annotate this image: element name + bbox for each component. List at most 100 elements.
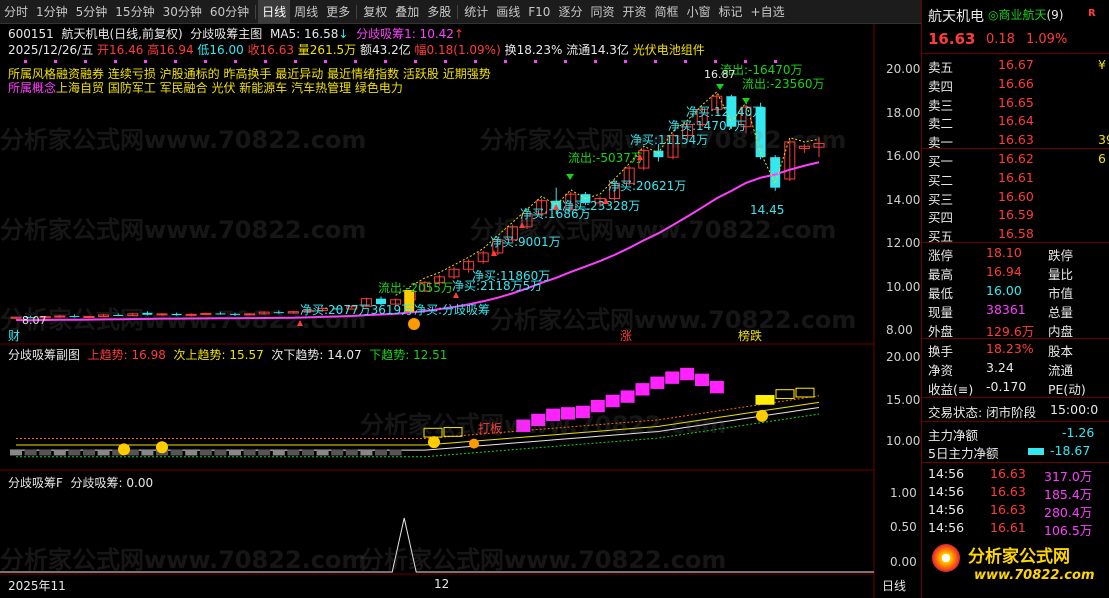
time-axis-start: 2025年11 — [8, 579, 66, 593]
float-label: 流通14.3亿 — [566, 43, 629, 57]
toolbar-item-4[interactable]: 30分钟 — [159, 0, 206, 24]
y-tick-label: 12.00 — [886, 236, 921, 251]
stat-row: 最低 16.00 市值 — [922, 282, 1109, 301]
stat-key-2: 跌停 — [1048, 248, 1074, 263]
toolbar-item-16[interactable]: 同资 — [586, 0, 618, 24]
sub1-name: 分歧吸筹副图 — [8, 348, 81, 362]
stat-row: 净资 3.24 流通 — [922, 359, 1109, 378]
toolbar-item-21[interactable]: +自选 — [747, 0, 789, 24]
flow-annotation: 净买:2118万5万 — [452, 279, 542, 293]
sub1-gray-bar — [53, 449, 66, 456]
stat-key: 最低 — [928, 286, 954, 301]
book-price: 16.61 — [998, 169, 1034, 185]
signal-dot — [234, 60, 237, 63]
signal-dot — [414, 60, 417, 63]
toolbar-item-8[interactable]: 更多 — [322, 0, 354, 24]
flow-annotation: 流出:-23560万 — [742, 77, 825, 91]
sub1-gray-bar — [68, 449, 81, 456]
y-tick-label: 14.00 — [886, 192, 921, 207]
flow-annotation: 流出:-2055万 — [378, 281, 453, 295]
volume-label: 量261.5万 — [297, 43, 357, 57]
toolbar-item-12[interactable]: 统计 — [460, 0, 492, 24]
book-label: 卖二 — [928, 116, 954, 132]
stat-value: 18.23% — [986, 341, 1034, 356]
toolbar-item-13[interactable]: 画线 — [492, 0, 524, 24]
toolbar-item-2[interactable]: 5分钟 — [72, 0, 112, 24]
sell-arrow-icon — [716, 84, 724, 90]
signal-dot — [444, 60, 447, 63]
tick-time: 14:56 — [928, 466, 965, 481]
change-label: 幅0.18(1.09%) — [414, 43, 501, 57]
rp-main5-value: -18.67 — [1050, 443, 1091, 458]
toolbar-item-18[interactable]: 简框 — [650, 0, 682, 24]
rp-status: 交易状态: 闭市阶段 — [928, 405, 1037, 420]
toolbar-item-19[interactable]: 小窗 — [683, 0, 715, 24]
sub1-gray-bar — [83, 449, 95, 456]
toolbar-item-0[interactable]: 分时 — [0, 0, 32, 24]
rp-change: 0.18 — [986, 32, 1015, 47]
book-row: 卖四 16.66 — [922, 75, 1109, 94]
sub2-name: 分歧吸筹F — [8, 476, 63, 490]
smiley-icon — [156, 441, 168, 454]
toolbar-item-5[interactable]: 60分钟 — [206, 0, 253, 24]
rp-status-time: 15:00:0 — [1050, 402, 1099, 417]
signal-dot — [624, 60, 627, 63]
toolbar-item-17[interactable]: 开资 — [618, 0, 650, 24]
toolbar-separator — [255, 4, 257, 19]
toolbar-item-15[interactable]: 逐分 — [554, 0, 586, 24]
toolbar-item-10[interactable]: 叠加 — [391, 0, 423, 24]
amount-label: 额43.2亿 — [359, 43, 411, 57]
rp-divider-4 — [922, 338, 1109, 339]
signal-dot — [114, 60, 117, 63]
signal-dot — [474, 60, 477, 63]
sub2-value: 分歧吸筹: 0.00 — [70, 476, 154, 490]
watermark-text: 分析家公式网www.70822.com — [480, 126, 847, 154]
toolbar-item-9[interactable]: 复权 — [359, 0, 391, 24]
sub1-gray-bar — [272, 449, 285, 456]
toolbar-item-11[interactable]: 多股 — [423, 0, 455, 24]
toolbar-item-3[interactable]: 15分钟 — [111, 0, 158, 24]
sub1-gray-bar — [214, 449, 227, 456]
signal-dot — [24, 60, 27, 63]
signal-dot — [84, 60, 87, 63]
sub1-axis-10: 10.00 — [886, 434, 921, 448]
toolbar-item-7[interactable]: 周线 — [290, 0, 322, 24]
rp-divider-3 — [922, 242, 1109, 243]
toolbar-item-14[interactable]: F10 — [524, 0, 554, 24]
sub1-gray-bar — [229, 449, 241, 456]
book-label: 卖三 — [928, 97, 954, 113]
signal-dot — [354, 60, 357, 63]
stat-key-2: 股本 — [1048, 344, 1074, 359]
sub1-gray-bar — [316, 449, 329, 456]
rp-divider-5 — [922, 397, 1109, 398]
book-label: 买一 — [928, 154, 954, 169]
sub1-up-trend: 上趋势: 16.98 — [87, 348, 166, 362]
tick-price: 16.61 — [990, 520, 1026, 535]
book-price: 16.64 — [998, 113, 1034, 129]
rp-main5-label: 5日主力净额 — [928, 446, 999, 461]
sub1-gray-bar — [375, 449, 387, 456]
sub1-axis-20: 20.00 — [886, 350, 921, 364]
book-price: 16.59 — [998, 207, 1034, 223]
sell-arrow-icon — [742, 98, 750, 104]
sub1-second-down: 次下趋势: 14.07 — [271, 348, 362, 362]
tick-row: 14:56 16.63 185.4万 — [922, 483, 1109, 502]
sub1-magenta-bar — [680, 367, 695, 381]
stat-key: 换手 — [928, 344, 954, 359]
rp-tag[interactable]: ◎商业航天(9) — [988, 6, 1063, 23]
stat-key-2: 流通 — [1048, 363, 1074, 378]
toolbar-item-6[interactable]: 日线 — [258, 0, 291, 24]
book-row: 买二 16.61 — [922, 169, 1109, 188]
sub2-axis-1: 1.00 — [890, 486, 917, 500]
book-qty: 39 — [1098, 132, 1109, 148]
low-label: 低16.00 — [197, 43, 244, 57]
rp-title: 航天机电 — [928, 9, 984, 25]
sub1-gray-bar — [185, 449, 198, 456]
toolbar-item-1[interactable]: 1分钟 — [32, 0, 72, 24]
toolbar-item-20[interactable]: 标记 — [715, 0, 747, 24]
ma5-arrow: ↓ — [338, 27, 349, 41]
fqxc-label: 分歧吸筹1: 10.42 — [356, 27, 454, 41]
watermark-text: 分析家公式网www.70822.com — [470, 216, 837, 244]
rp-pct: 1.09% — [1026, 32, 1068, 47]
sub1-magenta-bar — [709, 380, 724, 394]
